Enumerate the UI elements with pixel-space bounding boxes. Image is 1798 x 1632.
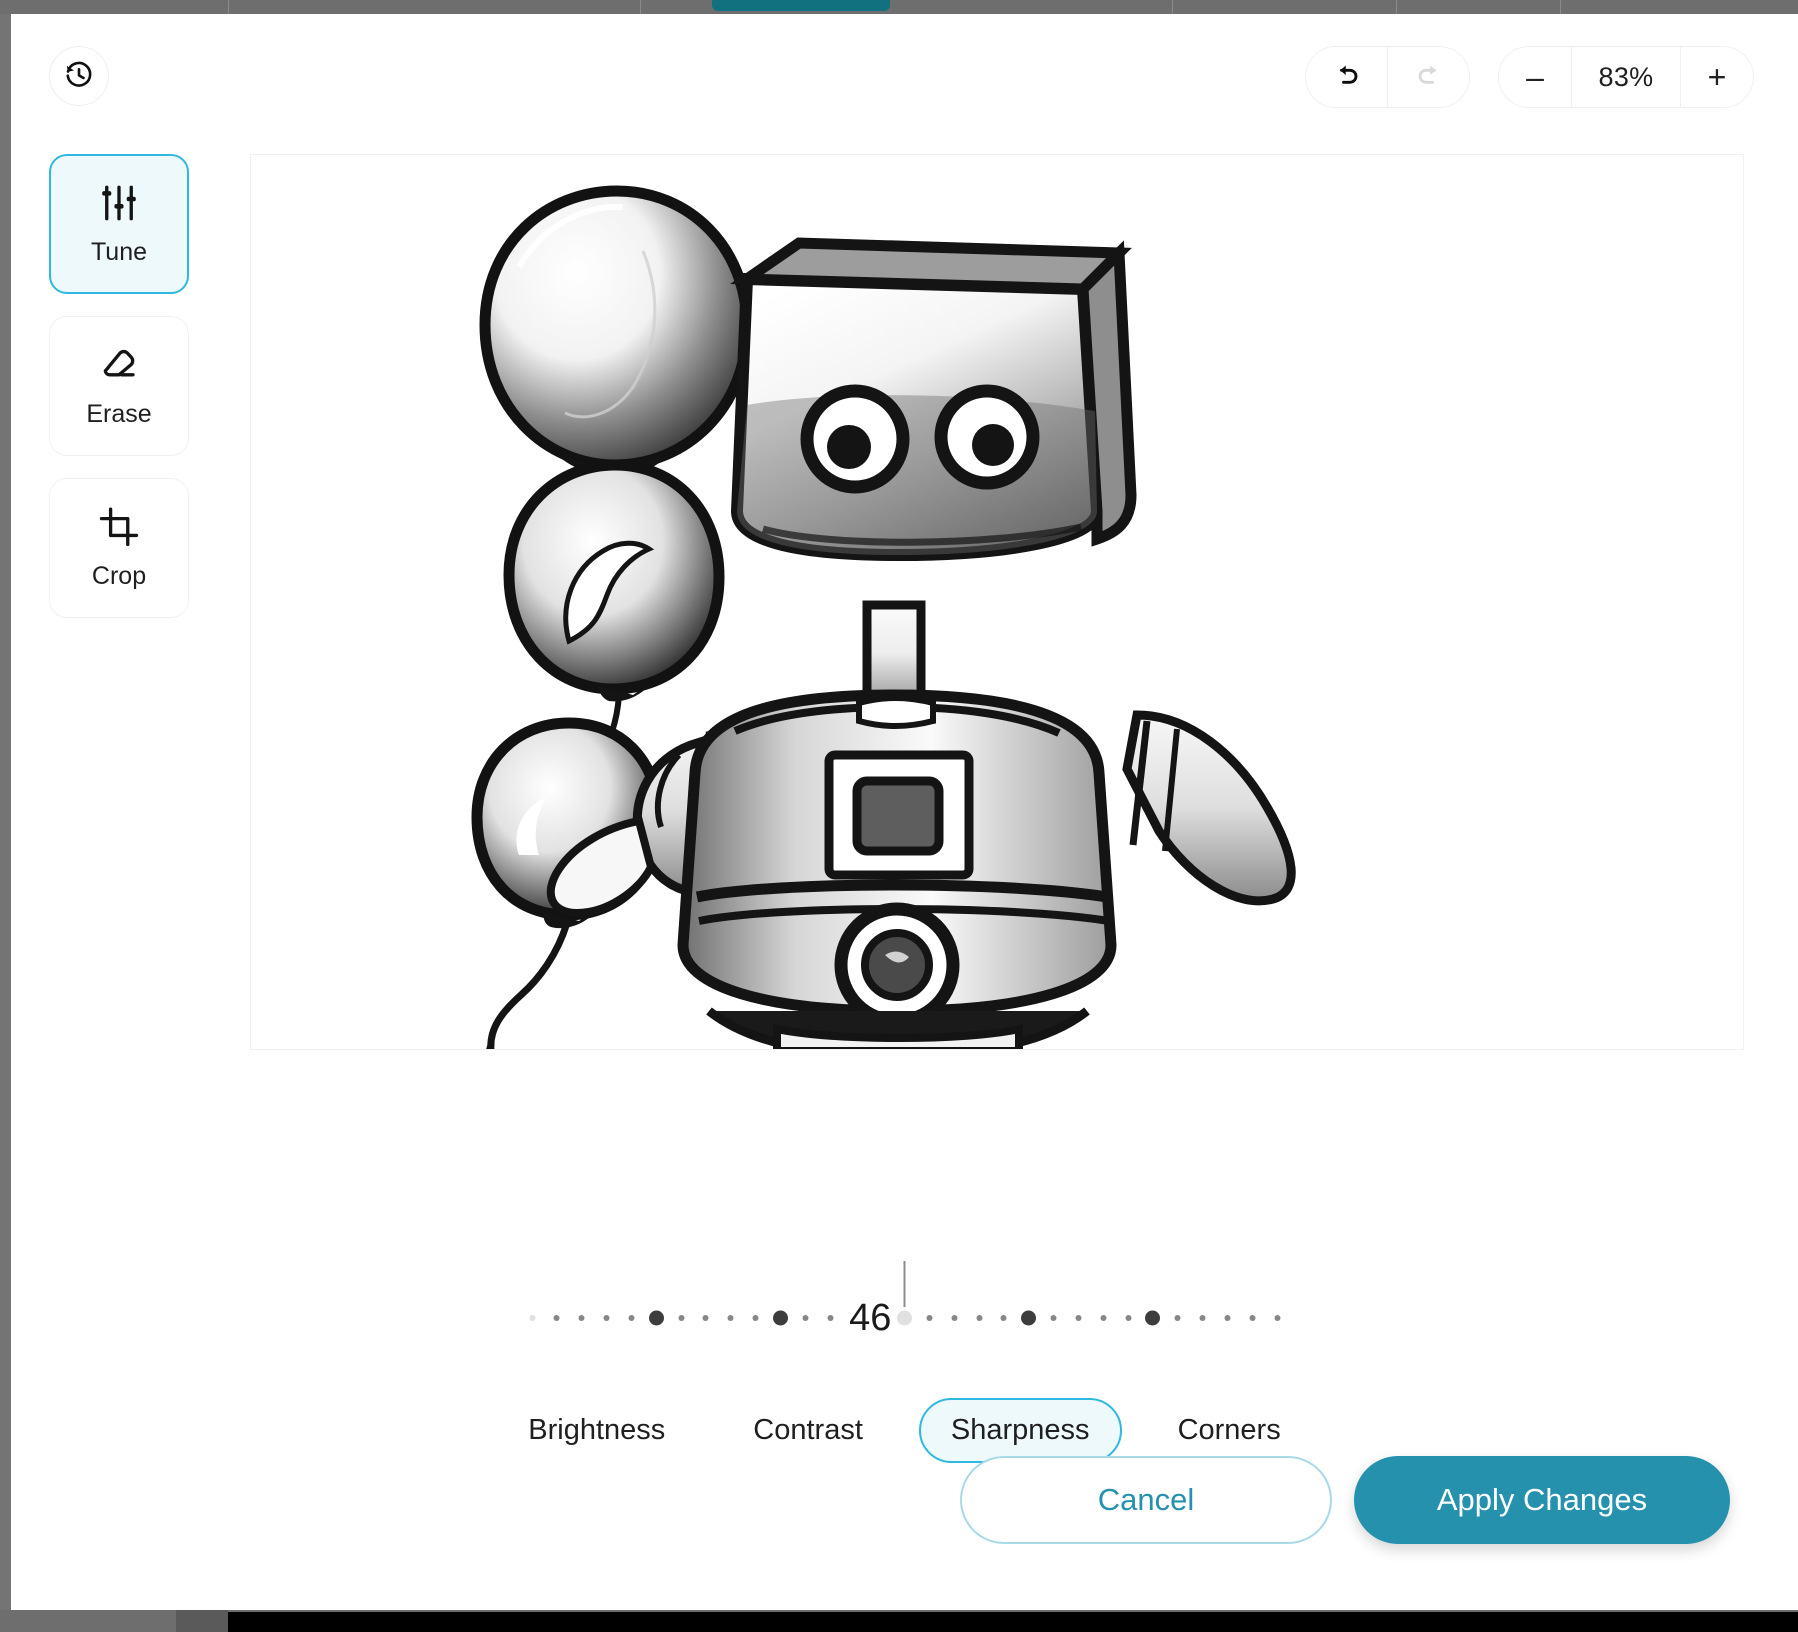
- adjust-tab-contrast[interactable]: Contrast: [721, 1398, 895, 1463]
- slider-tick: [926, 1315, 932, 1321]
- slider-tick: [951, 1315, 957, 1321]
- slider-tick: [579, 1315, 585, 1321]
- slider-tick: [976, 1315, 982, 1321]
- tool-rail: Tune Erase Crop: [49, 154, 189, 618]
- image-editor-modal: – 83% + Tune: [11, 14, 1798, 1610]
- slider-tick: [604, 1315, 610, 1321]
- image-canvas[interactable]: [250, 154, 1744, 1050]
- slider-tick: [554, 1315, 560, 1321]
- slider-tick: [1125, 1315, 1131, 1321]
- slider-tick: [1100, 1315, 1106, 1321]
- tool-button-crop[interactable]: Crop: [49, 478, 189, 618]
- history-restore-button[interactable]: [49, 46, 109, 106]
- backdrop-divider: [640, 0, 641, 14]
- slider-tick: [1274, 1315, 1280, 1321]
- slider-tick: [529, 1315, 535, 1321]
- backdrop-left-rail: [0, 14, 11, 1610]
- zoom-in-button[interactable]: +: [1681, 47, 1753, 107]
- tool-button-erase[interactable]: Erase: [49, 316, 189, 456]
- header-controls: – 83% +: [1305, 46, 1754, 108]
- slider-track[interactable]: 46: [532, 1305, 1277, 1331]
- tool-label-erase: Erase: [86, 400, 151, 429]
- slider-tick: [1145, 1311, 1160, 1326]
- adjust-tab-sharpness[interactable]: Sharpness: [919, 1398, 1122, 1463]
- backdrop-bottom-black-strip: [228, 1612, 1798, 1632]
- slider-tick: [753, 1315, 759, 1321]
- document-image: [447, 155, 1521, 1050]
- backdrop-divider: [228, 0, 229, 14]
- slider-tick: [1249, 1315, 1255, 1321]
- adjust-tab-corners[interactable]: Corners: [1146, 1398, 1313, 1463]
- slider-indicator: [904, 1261, 906, 1307]
- sliders-icon: [98, 182, 140, 224]
- backdrop-bottom-segment: [176, 1610, 228, 1632]
- slider-tick: [773, 1311, 788, 1326]
- slider-tick: [1075, 1315, 1081, 1321]
- crop-icon: [98, 506, 140, 548]
- backdrop-divider: [1396, 0, 1397, 14]
- adjust-tab-brightness[interactable]: Brightness: [496, 1398, 697, 1463]
- slider-tick: [628, 1315, 634, 1321]
- backdrop-top-bar: [0, 0, 1798, 14]
- slider-tick: [1200, 1315, 1206, 1321]
- slider-tick: [1224, 1315, 1230, 1321]
- undo-button[interactable]: [1306, 47, 1387, 107]
- backdrop-divider: [1560, 0, 1561, 14]
- backdrop-bottom-bar: [0, 1610, 1798, 1632]
- footer-actions: Cancel Apply Changes: [960, 1456, 1730, 1544]
- tool-button-tune[interactable]: Tune: [49, 154, 189, 294]
- slider-tick: [1175, 1315, 1181, 1321]
- zoom-control-group: – 83% +: [1498, 46, 1754, 108]
- redo-arrow-icon: [1414, 61, 1444, 94]
- apply-changes-button[interactable]: Apply Changes: [1354, 1456, 1730, 1544]
- undo-arrow-icon: [1332, 61, 1362, 94]
- slider-tick: [1021, 1311, 1036, 1326]
- slider-tick: [1001, 1315, 1007, 1321]
- slider-tick: [728, 1315, 734, 1321]
- tool-label-tune: Tune: [91, 238, 147, 267]
- slider-tick: [649, 1311, 664, 1326]
- adjustment-tab-group: Brightness Contrast Sharpness Corners: [11, 1398, 1798, 1463]
- history-restore-icon: [64, 60, 94, 93]
- zoom-out-button[interactable]: –: [1499, 47, 1571, 107]
- slider-tick: [897, 1311, 912, 1326]
- tool-label-crop: Crop: [92, 562, 146, 591]
- cancel-button[interactable]: Cancel: [960, 1456, 1332, 1544]
- slider-tick: [827, 1315, 833, 1321]
- redo-button[interactable]: [1388, 47, 1469, 107]
- slider-tick: [802, 1315, 808, 1321]
- slider-tick: [678, 1315, 684, 1321]
- eraser-icon: [98, 344, 140, 386]
- backdrop-active-tab: [712, 0, 890, 11]
- zoom-level-value: 83%: [1572, 47, 1680, 107]
- slider-tick: [703, 1315, 709, 1321]
- slider-value: 46: [845, 1299, 895, 1337]
- slider-tick: [1051, 1315, 1057, 1321]
- undo-redo-group: [1305, 46, 1470, 108]
- backdrop-divider: [1172, 0, 1173, 14]
- adjustment-slider[interactable]: 46: [11, 1259, 1798, 1379]
- editor-header: – 83% +: [11, 14, 1798, 139]
